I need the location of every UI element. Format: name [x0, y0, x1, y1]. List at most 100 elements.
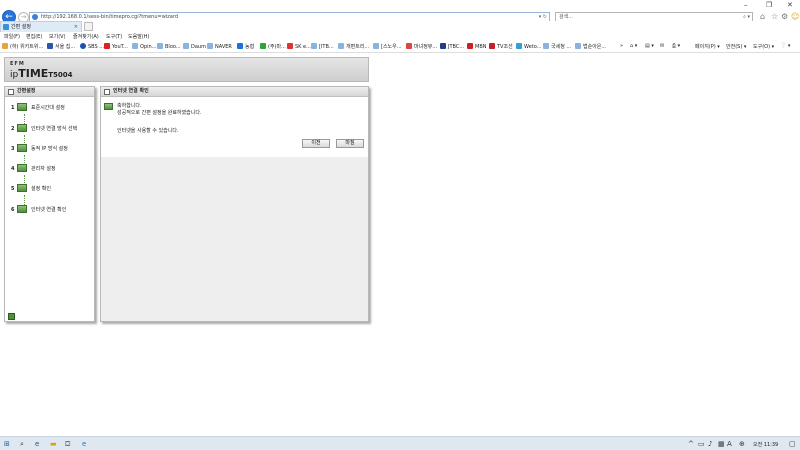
favorites-star-icon[interactable]: ☆ [771, 13, 779, 21]
edge-icon[interactable]: e [35, 440, 39, 448]
menu-view[interactable]: 보기(V) [49, 33, 66, 40]
windows-start-icon[interactable]: ⊞ [4, 440, 10, 448]
keyboard-icon[interactable]: ▦ [718, 440, 725, 448]
menu-safety[interactable]: 안전(S) ▾ [726, 43, 746, 50]
clock[interactable]: 오전 11:39 [753, 441, 778, 448]
wizard-sidebar: 간편설정 1 표준시간대 설정 2 인터넷 연결 방식 선택 3 동적 IP 방식 설… [4, 86, 95, 322]
step-icon [17, 164, 27, 172]
new-tab-button[interactable] [84, 22, 93, 31]
sidebar-step-timezone[interactable]: 1 표준시간대 설정 [11, 103, 65, 113]
step-connector [24, 114, 25, 124]
ie-taskbar-icon[interactable]: e [82, 440, 86, 448]
fav-item[interactable]: (하) 위키트위... [2, 43, 43, 50]
volume-icon[interactable]: ♪ [708, 440, 712, 448]
tab-favicon [3, 24, 9, 30]
menu-file[interactable]: 파일(F) [4, 33, 20, 40]
more-favorites-icon[interactable]: » [620, 43, 623, 49]
fav-item[interactable]: [스노우... [373, 43, 402, 50]
menu-page[interactable]: 페이지(P) ▾ [695, 43, 720, 50]
store-icon[interactable]: ⛋ [65, 440, 70, 448]
step-label: 인터넷 연결 확인 [31, 207, 67, 213]
feeds-icon[interactable]: ▤ ▾ [645, 43, 654, 49]
step-icon [17, 144, 27, 152]
wizard-icon [8, 89, 14, 95]
main-header: 인터넷 연결 확인 [101, 87, 368, 97]
tab-active[interactable]: 간편 설정 × [0, 21, 82, 32]
main-title: 인터넷 연결 확인 [113, 88, 149, 94]
url-text: http://192.168.0.1/sess-bin/timepro.cgi?… [41, 14, 179, 20]
sidebar-step-internet-check[interactable]: 6 인터넷 연결 확인 [11, 205, 66, 215]
notifications-icon[interactable]: ▢ [789, 440, 796, 448]
menu-bar: 파일(F) 편집(E) 보기(V) 즐겨찾기(A) 도구(T) 도움말(H) [0, 32, 800, 41]
smiley-icon[interactable]: ☺ [791, 13, 799, 21]
fav-item[interactable]: YouT... [104, 43, 128, 50]
mail-icon[interactable]: ✉ [660, 43, 664, 49]
fav-item[interactable]: Bloo... [157, 43, 181, 50]
favorites-bar: (하) 위키트위... 서울 집... SBS ... YouT... Opin… [0, 41, 800, 53]
sidebar-step-admin[interactable]: 4 관리자 설정 [11, 164, 56, 174]
menu-tools[interactable]: 도구(T) [106, 33, 122, 40]
tab-close-icon[interactable]: × [74, 22, 78, 32]
fav-item[interactable]: 개편트리... [338, 43, 369, 50]
internet-ready-message: 인터넷을 사용할 수 있습니다. [117, 128, 179, 134]
menu-tools-o[interactable]: 도구(O) ▾ [753, 43, 774, 50]
step-label: 인터넷 연결 방식 선택 [31, 126, 78, 132]
complete-message: 성공적으로 간편 설정을 완료하였습니다. [117, 110, 202, 116]
main-panel: 인터넷 연결 확인 축하합니다. 성공적으로 간편 설정을 완료하였습니다. 인… [100, 86, 369, 322]
menu-edit[interactable]: 편집(E) [26, 33, 42, 40]
ime-icon[interactable]: A [727, 440, 732, 448]
step-label: 동적 IP 방식 설정 [31, 146, 68, 152]
menu-help[interactable]: 도움말(H) [128, 33, 149, 40]
tab-title: 간편 설정 [11, 24, 31, 30]
home-icon[interactable] [8, 313, 15, 320]
help-icon[interactable]: ❔ ▾ [780, 43, 790, 49]
sidebar-step-connection-type[interactable]: 2 인터넷 연결 방식 선택 [11, 124, 77, 134]
fav-item[interactable]: SBS ... [80, 43, 104, 50]
search-icon[interactable]: ⌕ ▾ [743, 13, 750, 21]
fav-item[interactable]: NAVER [207, 43, 232, 50]
tab-strip: 간편 설정 × [0, 21, 800, 32]
tray-arrow-icon[interactable]: ^ [688, 440, 694, 448]
search-icon[interactable]: ⌕ [20, 440, 24, 448]
home-icon[interactable]: ⌂ [760, 13, 768, 21]
fav-item[interactable]: SK e... [287, 43, 311, 50]
refresh-icon[interactable]: ▾ ↻ [539, 13, 547, 21]
router-header: EFM ipTIMET5004 [4, 57, 369, 82]
step-icon [17, 124, 27, 132]
step-icon [17, 205, 27, 213]
success-icon [104, 103, 113, 110]
fav-item[interactable]: TV조선 [489, 43, 513, 50]
fav-item[interactable]: Daum [183, 43, 206, 50]
sidebar-title: 간편설정 [17, 88, 36, 94]
congrats-text: 축하합니다. [117, 103, 142, 109]
step-connector [24, 195, 25, 205]
fav-item[interactable]: JTBC... [440, 43, 464, 50]
prev-button[interactable]: 이전 [302, 139, 330, 148]
fav-item[interactable]: Weto... [516, 43, 541, 50]
taskbar: ⊞ ⌕ e ▬ ⛋ e ^ ▭ ♪ ▦ A ⊕ 오전 11:39 ▢ [0, 436, 800, 450]
fav-item[interactable]: 농협 [237, 43, 254, 50]
home-page-icon[interactable]: ⌂ ▾ [630, 43, 637, 49]
fav-item[interactable]: [ITB... [311, 43, 334, 50]
fav-item[interactable]: 법순아은... [575, 43, 606, 50]
settings-gear-icon[interactable]: ⚙ [781, 13, 789, 21]
fav-item[interactable]: 서울 집... [47, 43, 75, 50]
finish-button[interactable]: 마침 [336, 139, 364, 148]
fav-item[interactable]: (주)마... [260, 43, 286, 50]
fav-item[interactable]: MBN [467, 43, 486, 50]
fav-item[interactable]: 국세청 ... [543, 43, 571, 50]
sidebar-step-confirm[interactable]: 5 설정 확인 [11, 184, 51, 194]
sidebar-header: 간편설정 [5, 87, 94, 97]
fav-item[interactable]: Opin... [132, 43, 156, 50]
step-icon [17, 103, 27, 111]
print-icon[interactable]: ⎙ ▾ [672, 43, 680, 49]
sidebar-step-dynamic-ip[interactable]: 3 동적 IP 방식 설정 [11, 144, 68, 154]
fav-item[interactable]: 마녀정뷰... [406, 43, 437, 50]
step-label: 설정 확인 [31, 186, 51, 192]
file-explorer-icon[interactable]: ▬ [50, 440, 57, 448]
network-icon[interactable]: ▭ [698, 440, 705, 448]
language-icon[interactable]: ⊕ [739, 440, 745, 448]
step-label: 표준시간대 설정 [31, 105, 65, 111]
menu-favorites[interactable]: 즐겨찾기(A) [73, 33, 99, 40]
result-content: 축하합니다. 성공적으로 간편 설정을 완료하였습니다. 인터넷을 사용할 수 … [101, 97, 368, 157]
